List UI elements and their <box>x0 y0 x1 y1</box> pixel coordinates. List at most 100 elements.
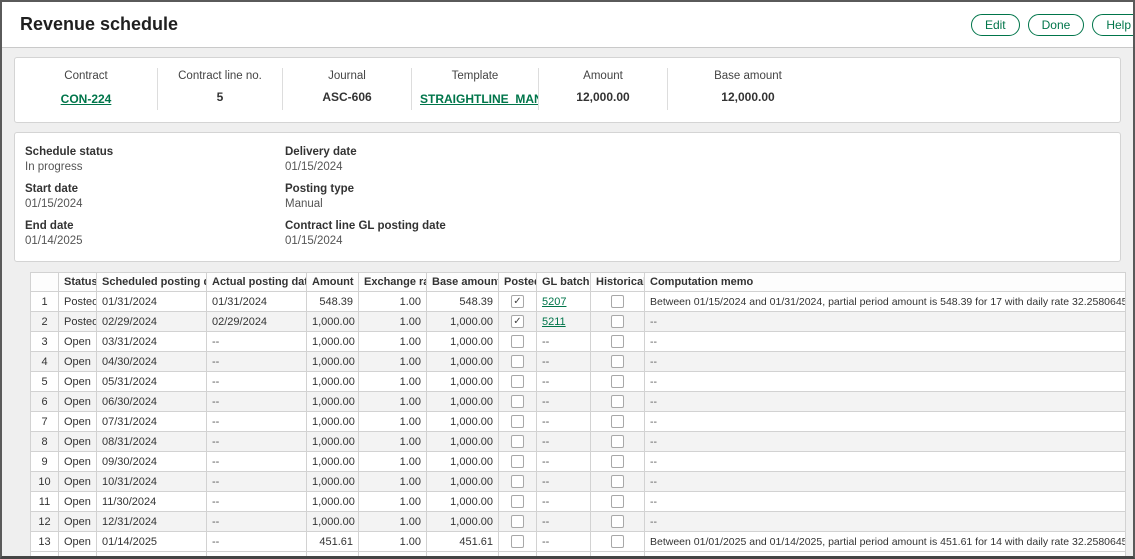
help-button[interactable]: Help <box>1092 14 1135 36</box>
exchange-rate-cell: 1.00 <box>359 352 427 372</box>
amount-cell: 1,000.00 <box>307 312 359 332</box>
gl-batch-cell: -- <box>537 492 591 512</box>
total-base-amount: 12,000.00 <box>427 552 499 559</box>
header-status: Status <box>59 273 97 292</box>
historical-checkbox[interactable] <box>611 395 624 408</box>
summary-field-base-amount: Base amount 12,000.00 <box>668 68 828 110</box>
status-cell: Posted <box>59 292 97 312</box>
historical-checkbox[interactable] <box>611 515 624 528</box>
historical-cell <box>591 432 645 452</box>
edit-button[interactable]: Edit <box>971 14 1020 36</box>
row-number: 10 <box>31 472 59 492</box>
done-button[interactable]: Done <box>1028 14 1085 36</box>
historical-checkbox[interactable] <box>611 295 624 308</box>
computation-memo-cell: -- <box>645 492 1126 512</box>
actual-posting-date-cell: -- <box>207 532 307 552</box>
amount-cell: 1,000.00 <box>307 492 359 512</box>
amount-cell: 1,000.00 <box>307 472 359 492</box>
actual-posting-date-cell: -- <box>207 332 307 352</box>
historical-cell <box>591 312 645 332</box>
historical-checkbox[interactable] <box>611 415 624 428</box>
posted-checkbox[interactable] <box>511 395 524 408</box>
gl-batch-cell: -- <box>537 472 591 492</box>
schedule-status-label: Schedule status <box>25 146 285 158</box>
row-number: 2 <box>31 312 59 332</box>
historical-checkbox[interactable] <box>611 535 624 548</box>
actual-posting-date-cell: -- <box>207 452 307 472</box>
end-date-label: End date <box>25 220 285 232</box>
contract-line-gl-posting-date-label: Contract line GL posting date <box>285 220 446 232</box>
table-row: 9Open09/30/2024--1,000.001.001,000.00---… <box>31 452 1126 472</box>
base-amount-value: 12,000.00 <box>676 90 820 104</box>
actual-posting-date-cell: -- <box>207 472 307 492</box>
summary-bar: Contract CON-224 Contract line no. 5 Jou… <box>15 58 1120 122</box>
historical-checkbox[interactable] <box>611 355 624 368</box>
historical-cell <box>591 332 645 352</box>
posted-checkbox[interactable] <box>511 435 524 448</box>
base-amount-cell: 548.39 <box>427 292 499 312</box>
historical-checkbox[interactable] <box>611 475 624 488</box>
posted-cell <box>499 532 537 552</box>
scheduled-posting-date-cell: 10/31/2024 <box>97 472 207 492</box>
posted-cell <box>499 332 537 352</box>
base-amount-cell: 1,000.00 <box>427 352 499 372</box>
details-right-column: Delivery date 01/15/2024 Posting type Ma… <box>285 146 446 247</box>
posted-checkbox[interactable] <box>511 375 524 388</box>
gl-batch-link[interactable]: 5207 <box>542 296 566 308</box>
header-posted: Posted <box>499 273 537 292</box>
table-footer: Total 12,000.00 12,000.00 <box>31 552 1126 559</box>
scheduled-posting-date-cell: 02/29/2024 <box>97 312 207 332</box>
historical-checkbox[interactable] <box>611 455 624 468</box>
base-amount-cell: 1,000.00 <box>427 392 499 412</box>
historical-checkbox[interactable] <box>611 495 624 508</box>
header-historical: Historical <box>591 273 645 292</box>
total-row: Total 12,000.00 12,000.00 <box>31 552 1126 559</box>
status-cell: Open <box>59 332 97 352</box>
actual-posting-date-cell: -- <box>207 512 307 532</box>
historical-checkbox[interactable] <box>611 435 624 448</box>
computation-memo-cell: Between 01/01/2025 and 01/14/2025, parti… <box>645 532 1126 552</box>
row-number: 8 <box>31 432 59 452</box>
posted-checkbox[interactable] <box>511 495 524 508</box>
posted-cell <box>499 372 537 392</box>
posted-checkbox[interactable] <box>511 355 524 368</box>
row-number: 6 <box>31 392 59 412</box>
row-number: 11 <box>31 492 59 512</box>
summary-label-contract-line-no: Contract line no. <box>166 70 274 82</box>
computation-memo-cell: Between 01/15/2024 and 01/31/2024, parti… <box>645 292 1126 312</box>
status-cell: Open <box>59 392 97 412</box>
posted-checkbox[interactable] <box>511 455 524 468</box>
table-row: 5Open05/31/2024--1,000.001.001,000.00---… <box>31 372 1126 392</box>
exchange-rate-cell: 1.00 <box>359 392 427 412</box>
computation-memo-cell: -- <box>645 372 1126 392</box>
schedule-status-value: In progress <box>25 161 285 173</box>
gl-batch-cell: -- <box>537 392 591 412</box>
historical-checkbox[interactable] <box>611 375 624 388</box>
base-amount-cell: 1,000.00 <box>427 432 499 452</box>
posted-checkbox[interactable] <box>511 515 524 528</box>
row-number: 9 <box>31 452 59 472</box>
field-contract-line-gl-posting-date: Contract line GL posting date 01/15/2024 <box>285 220 446 247</box>
header-actions: Edit Done Help <box>971 14 1135 36</box>
delivery-date-value: 01/15/2024 <box>285 161 446 173</box>
posted-checkbox[interactable] <box>511 475 524 488</box>
posting-type-label: Posting type <box>285 183 446 195</box>
posted-checkbox[interactable] <box>511 535 524 548</box>
table-row: 10Open10/31/2024--1,000.001.001,000.00--… <box>31 472 1126 492</box>
contract-link[interactable]: CON-224 <box>61 92 112 106</box>
historical-checkbox[interactable] <box>611 335 624 348</box>
schedule-table: Status Scheduled posting date Actual pos… <box>30 272 1126 559</box>
posted-checkbox[interactable] <box>511 415 524 428</box>
gl-batch-link[interactable]: 5211 <box>542 316 566 328</box>
actual-posting-date-cell: 02/29/2024 <box>207 312 307 332</box>
historical-cell <box>591 412 645 432</box>
summary-label-base-amount: Base amount <box>676 70 820 82</box>
posted-checkbox[interactable] <box>511 315 524 328</box>
gl-batch-cell: -- <box>537 372 591 392</box>
template-link[interactable]: STRAIGHTLINE_MANUAL <box>420 92 539 106</box>
posted-checkbox[interactable] <box>511 295 524 308</box>
amount-cell: 1,000.00 <box>307 392 359 412</box>
posted-checkbox[interactable] <box>511 335 524 348</box>
scheduled-posting-date-cell: 06/30/2024 <box>97 392 207 412</box>
historical-checkbox[interactable] <box>611 315 624 328</box>
